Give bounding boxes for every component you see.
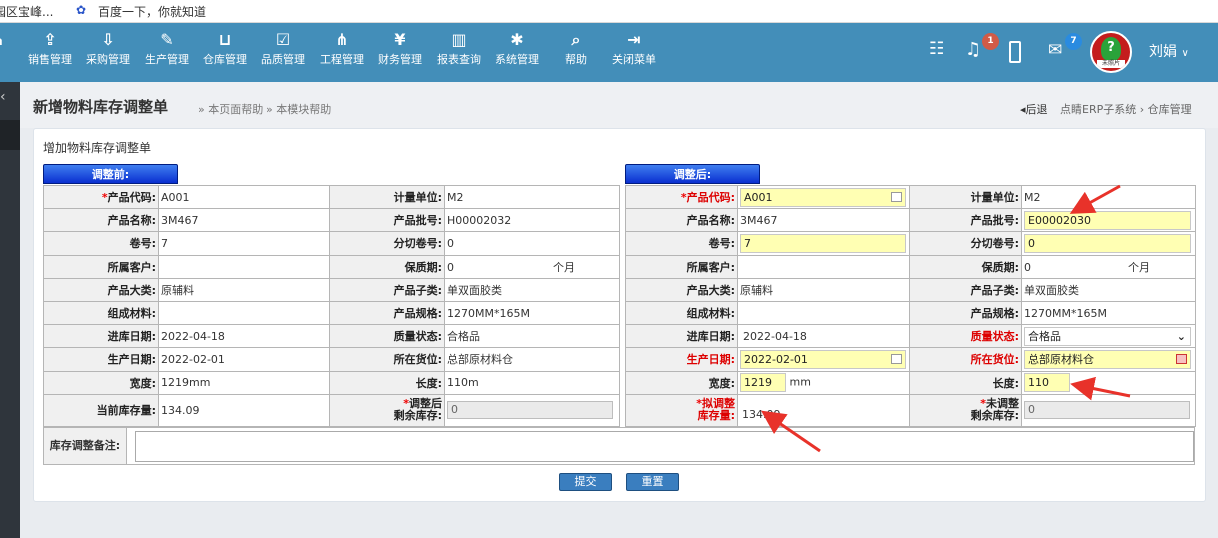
arrow-plan-qty	[761, 410, 821, 453]
arrow-length	[1070, 376, 1131, 401]
annotation-arrows	[761, 184, 1131, 453]
arrow-batch	[1069, 184, 1121, 214]
